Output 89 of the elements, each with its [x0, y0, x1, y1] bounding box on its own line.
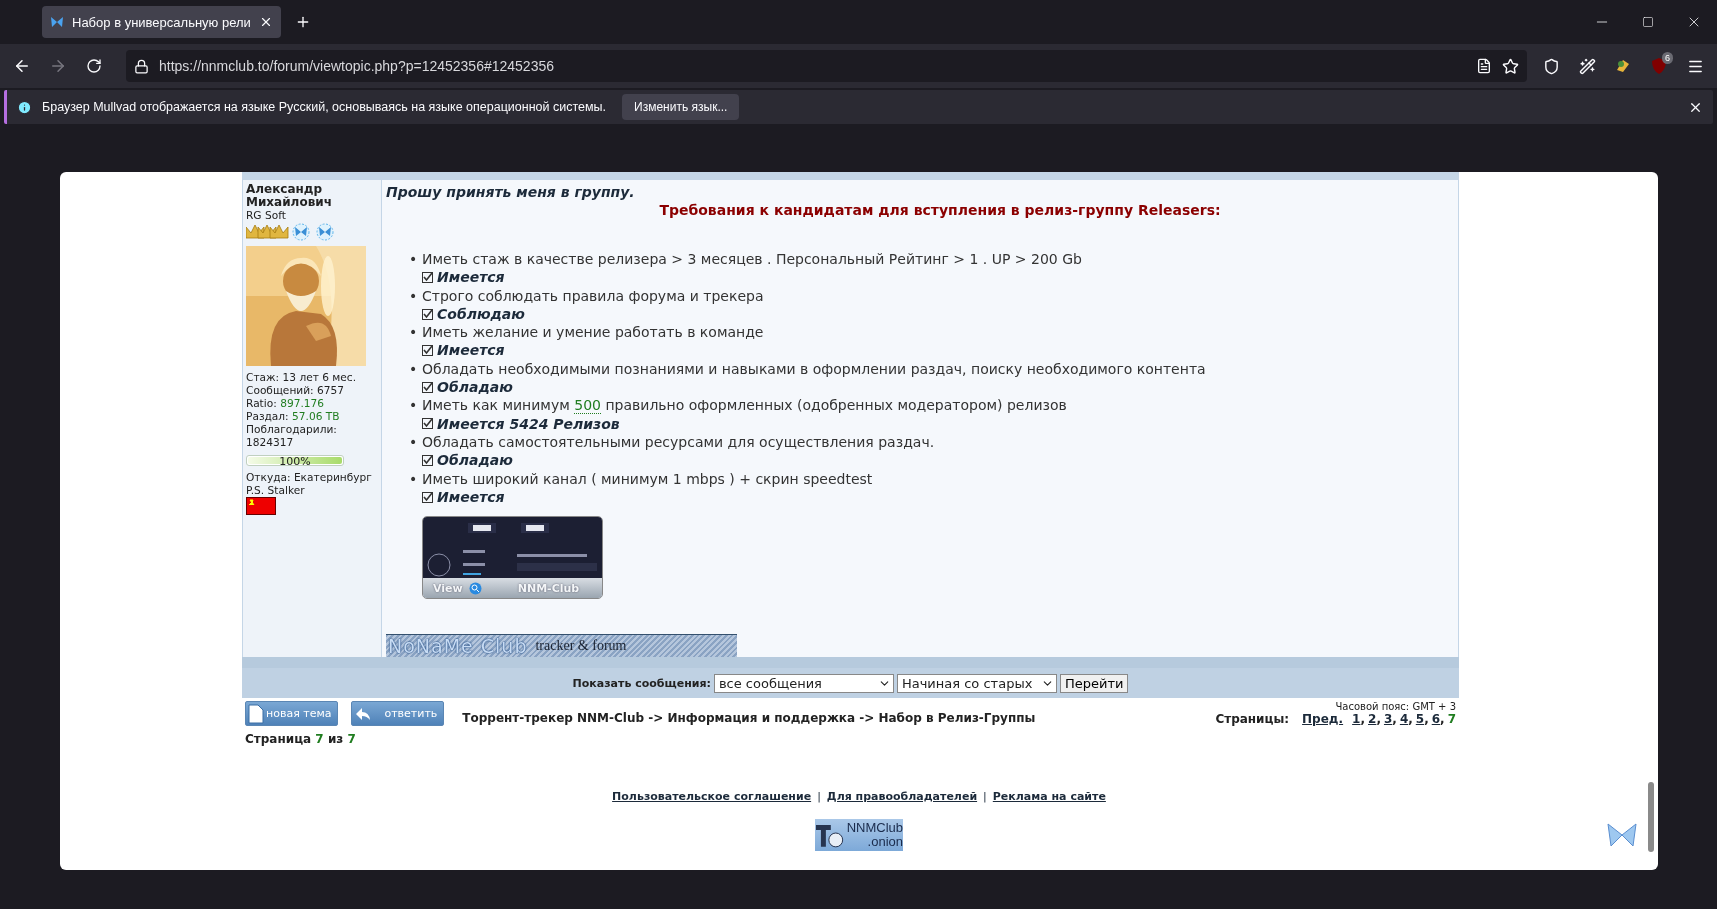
onion-logo[interactable]: NNMClub .onion [815, 819, 903, 851]
brand-label: NNM-Club [517, 581, 580, 595]
lock-icon [134, 58, 149, 74]
page-link[interactable]: 4 [1399, 712, 1409, 726]
reader-view-icon[interactable] [1476, 58, 1492, 74]
requirement-text: Иметь стаж в качестве релизера > 3 месяцев . Персональный Рейтинг > 1 . UP > 200 Gb [422, 250, 1083, 269]
bookmark-star-icon[interactable] [1502, 57, 1519, 75]
timezone-label: Часовой пояс: GMT + 3 [1335, 701, 1456, 712]
page-link[interactable]: 5 [1415, 712, 1425, 726]
separator: , [1424, 712, 1429, 726]
show-messages-label: Показать сообщения: [572, 676, 711, 690]
author-group: RG Soft [246, 209, 366, 222]
requirement-text: Обладать необходимыми познаниями и навыками в оформлении раздач, поиску необходимого контента [422, 359, 1207, 379]
breadcrumb: Торрент-трекер NNM-Club -> Информация и поддержка -> Набор в Релиз-Группы [462, 711, 1036, 725]
butterfly-icon[interactable] [1606, 822, 1638, 848]
magnifier-icon [468, 581, 482, 595]
flag-icon [246, 497, 276, 515]
bullet: • [409, 250, 419, 269]
separator: , [1440, 712, 1445, 726]
answer-text: Имеется 5424 Релизов [437, 414, 620, 433]
browser-tab[interactable]: Набор в универсальную рели [42, 6, 281, 38]
onion-title: NNMClub [846, 821, 903, 835]
wand-icon[interactable] [1578, 57, 1596, 75]
forward-arrow-icon[interactable] [49, 57, 67, 75]
answer-text: Соблюдаю [437, 304, 525, 324]
separator: | [817, 790, 821, 803]
extension-icon[interactable] [1615, 58, 1631, 74]
page-link[interactable]: 3 [1383, 712, 1393, 726]
answer-text: Имеется [437, 341, 505, 360]
author-stat: Ratio: 897.176 [246, 397, 325, 410]
separator: , [1392, 712, 1397, 726]
tor-logo-icon [815, 822, 845, 848]
notification-text: Браузер Mullvad отображается на языке Русский, основываясь на языке операционной системы. [42, 100, 607, 114]
pages-label: Страницы: [1215, 712, 1290, 726]
answer-text: Имеется [437, 268, 505, 287]
page-link[interactable]: 2 [1368, 712, 1377, 726]
separator: | [983, 790, 987, 803]
change-language-button[interactable]: Изменить язык... [622, 94, 740, 120]
footer-link[interactable]: Пользовательское соглашение [612, 790, 812, 803]
bullet: • [409, 323, 419, 342]
onion-domain: .onion [867, 835, 903, 849]
bullet: • [409, 286, 419, 305]
answer-text: Обладаю [437, 378, 513, 397]
requirement-text: Иметь желание и умение работать в команде [422, 323, 765, 342]
answer-text: Имеется [437, 487, 505, 507]
go-button[interactable]: Перейти [1059, 673, 1129, 693]
butterfly-icon [50, 15, 64, 29]
author-stat: Сообщений: 6757 [246, 384, 345, 397]
post-greeting: Прошу принять меня в группу. [386, 184, 636, 200]
banner-logo: NoNaMe Club [387, 635, 529, 657]
page-info: Страница 7 из 7 [245, 732, 357, 746]
order-select[interactable]: Начиная со старых [896, 673, 1057, 693]
author-stat: Стаж: 13 лет 6 мес. [246, 371, 358, 384]
author-stat: Поблагодарили: 1824317 [246, 423, 338, 449]
shield-icon[interactable] [1542, 57, 1560, 75]
post-heading: Требования к кандидатам для вступления в релиз-группу Releasers: [659, 202, 1221, 218]
shield-extension-icon[interactable] [1650, 57, 1668, 75]
info-icon [17, 99, 32, 115]
maximize-icon[interactable] [1642, 16, 1654, 28]
separator: , [1376, 712, 1381, 726]
page-link[interactable]: 7 [1447, 712, 1456, 726]
answer-text: Обладаю [437, 451, 513, 470]
filter-select[interactable]: все сообщения [713, 673, 894, 693]
reload-icon[interactable] [86, 58, 102, 74]
document-icon [248, 703, 264, 724]
footer-link[interactable]: Для правообладателей [826, 790, 978, 803]
requirement-text: Обладать самостоятельными ресурсами для осуществления раздач. [422, 432, 936, 452]
requirement-text: Строго соблюдать правила форума и трекера [422, 286, 765, 305]
bullet: • [409, 469, 419, 488]
banner-tagline: tracker & forum [535, 638, 627, 654]
view-label: View [433, 581, 463, 595]
separator: , [1408, 712, 1413, 726]
address-field[interactable]: https://nnmclub.to/forum/viewtopic.php?p=12452356#12452356 [126, 50, 1527, 82]
separator: , [1360, 712, 1366, 726]
requirement-text: Иметь широкий канал ( минимум 1 mbps ) + скрин speedtest [422, 469, 874, 488]
requirement-text: Иметь как минимум 500 правильно оформленных (одобренных модератором) релизов [422, 396, 1068, 415]
author-location: Откуда: Екатеринбург [246, 471, 373, 484]
author-name: Александр Михайлович [246, 183, 333, 209]
author-stat: Раздал: 57.06 TB [246, 410, 341, 423]
bullet: • [409, 432, 419, 452]
badge-count: 6 [1662, 52, 1673, 64]
prev-page-link[interactable]: Пред. [1302, 712, 1344, 726]
page-link[interactable]: 6 [1431, 712, 1441, 726]
bullet: • [409, 396, 419, 415]
progress-label: 100% [278, 456, 312, 465]
footer-link[interactable]: Реклама на сайте [992, 790, 1106, 803]
bullet: • [409, 359, 419, 379]
author-signature: P.S. Stalker [246, 484, 306, 497]
page-link[interactable]: 1 [1352, 712, 1361, 726]
